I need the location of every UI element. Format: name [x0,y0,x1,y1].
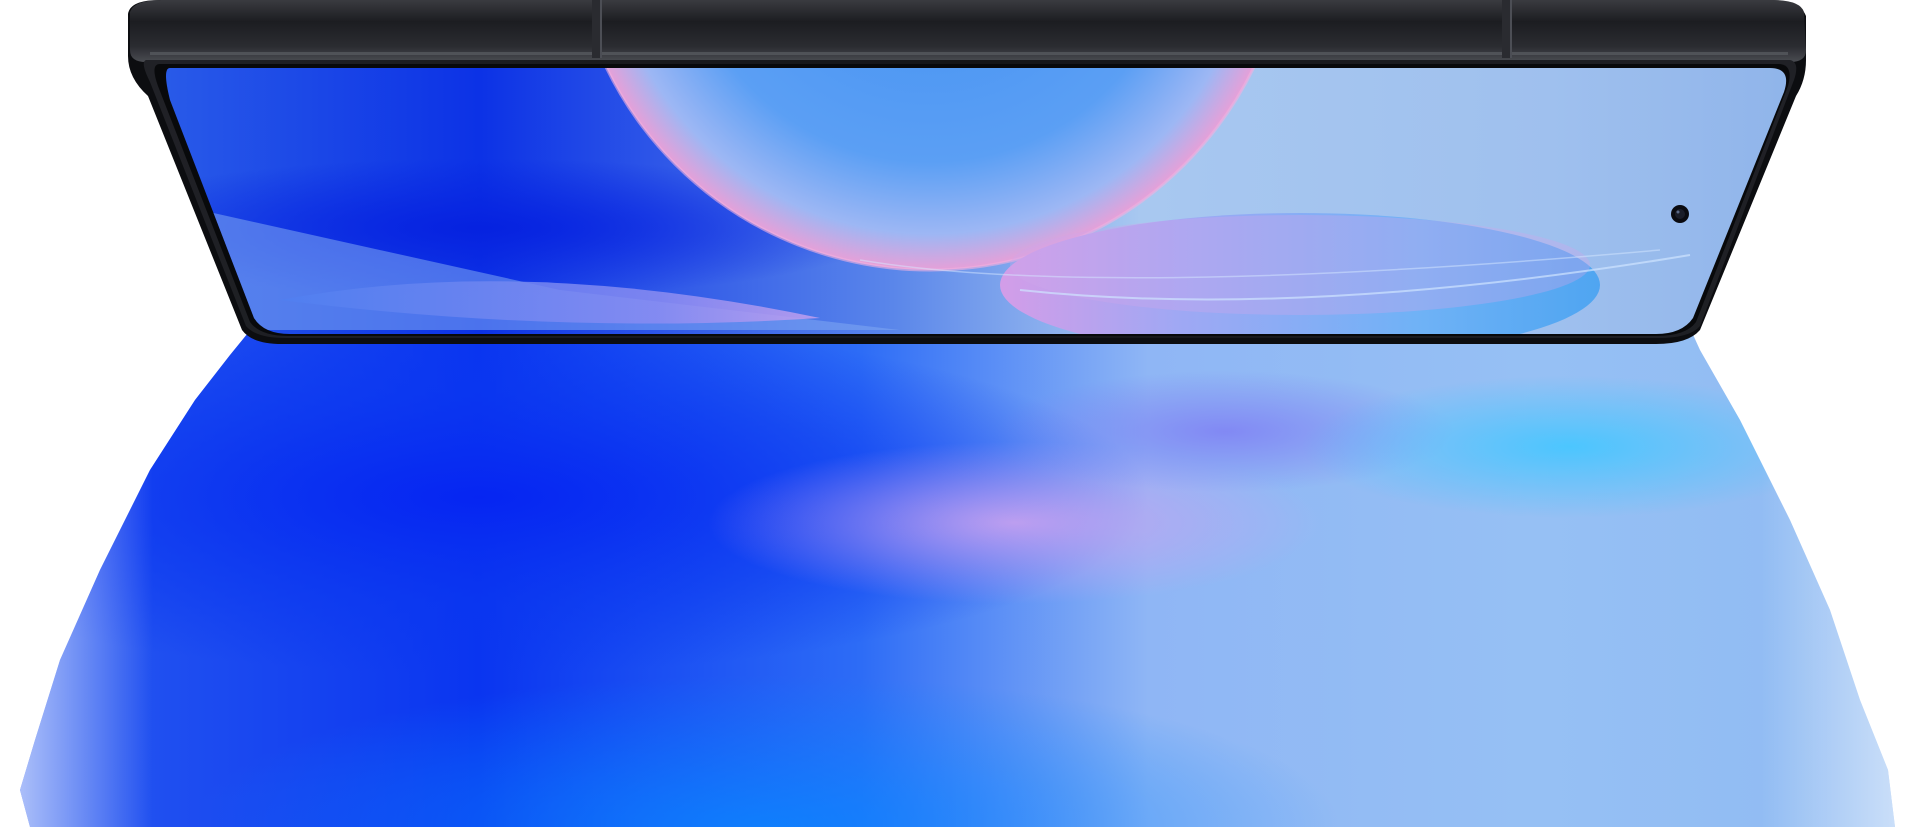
phone-illustration [20,0,1895,827]
antenna-line-right [1502,0,1511,58]
antenna-line-left [592,0,601,58]
screen-reflection [20,328,1895,827]
product-render [0,0,1914,827]
